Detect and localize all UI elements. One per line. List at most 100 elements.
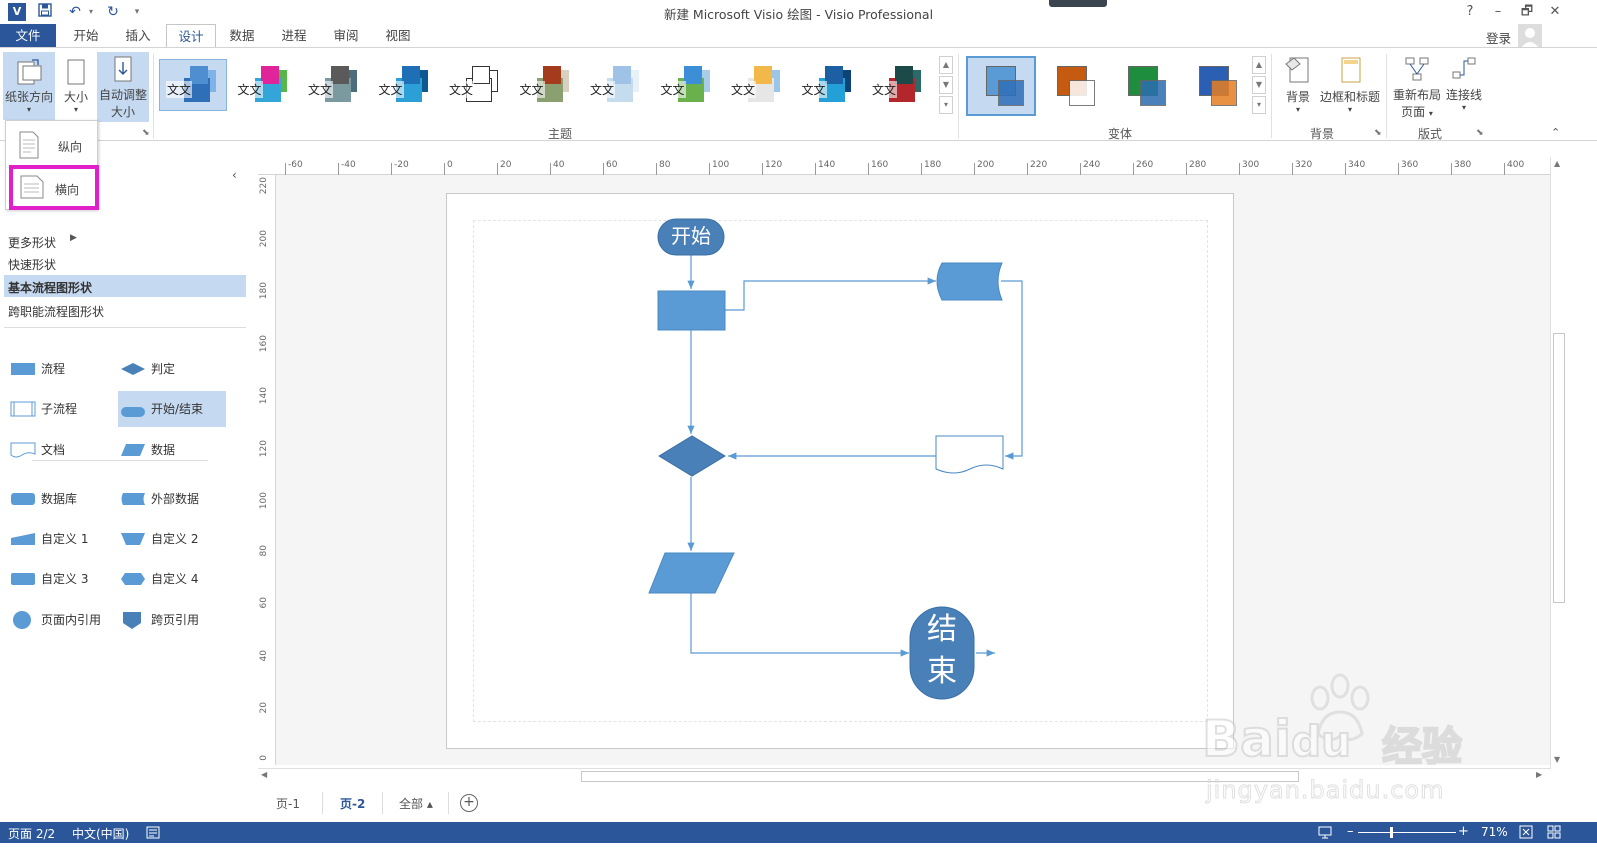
theme-option-11[interactable]: 文文 (865, 60, 931, 110)
themes-more-icon[interactable]: ▾ (939, 96, 953, 114)
shape-item[interactable]: 自定义 2 (118, 524, 226, 554)
variants-group-label: 变体 (1107, 127, 1132, 141)
ruler-label: 140 (818, 160, 836, 170)
tab-home[interactable]: 开始 (62, 24, 110, 48)
window-title: 新建 Microsoft Visio 绘图 - Visio Profession… (663, 7, 934, 22)
collapse-panel-icon[interactable]: ‹ (232, 168, 237, 182)
ruler-label: 280 (1189, 160, 1207, 170)
login-link[interactable]: 登录 (1486, 28, 1511, 47)
scroll-up-icon[interactable]: ▲ (1554, 159, 1560, 168)
theme-option-2[interactable]: 文文 (231, 60, 297, 110)
layout-launcher-icon[interactable]: ⬊ (1476, 128, 1484, 138)
shape-item[interactable]: 页面内引用 (8, 605, 112, 635)
language-indicator[interactable]: 中文(中国) (72, 825, 129, 842)
zoom-level[interactable]: 71% (1481, 825, 1508, 839)
auto-size-button[interactable]: 自动调整 大小 (97, 52, 149, 122)
ruler-label: 120 (259, 439, 269, 457)
page-setup-launcher-icon[interactable]: ⬊ (142, 128, 150, 138)
page-indicator[interactable]: 页面 2/2 (8, 825, 55, 842)
minimize-button[interactable]: – (1484, 2, 1512, 22)
background-button[interactable]: 背景 ▾ (1278, 52, 1318, 118)
ruler-label: 80 (259, 544, 269, 556)
connectors-button[interactable]: 连接线 ▾ (1444, 52, 1484, 120)
terminator-shape-icon (120, 400, 146, 436)
shape-item[interactable]: 自定义 1 (8, 524, 112, 554)
user-avatar[interactable] (1518, 24, 1542, 48)
shape-item[interactable]: 自定义 3 (8, 564, 112, 594)
basic-flowchart-stencil[interactable]: 基本流程图形状 (8, 279, 92, 296)
macro-record-icon[interactable] (146, 826, 160, 842)
page-size-button[interactable]: 大小 ▾ (58, 52, 94, 120)
tab-review[interactable]: 审阅 (322, 24, 370, 48)
shape-item[interactable]: 判定 (118, 354, 226, 384)
auto-size-label-1: 自动调整 (98, 88, 147, 102)
theme-option-5[interactable]: 文文 (442, 60, 508, 110)
theme-sample-text: 文文 (518, 81, 545, 98)
zoom-in-button[interactable]: + (1458, 824, 1469, 839)
ruler-label: 120 (765, 160, 783, 170)
page-tab-1[interactable]: 页-1 (276, 795, 300, 812)
shape-item[interactable]: 外部数据 (118, 484, 226, 514)
ruler-label: 260 (1136, 160, 1154, 170)
theme-option-1[interactable]: 文文 (159, 59, 227, 111)
page-tab-2[interactable]: 页-2 (340, 795, 365, 812)
presentation-mode-icon[interactable] (1318, 825, 1332, 842)
theme-option-4[interactable]: 文文 (372, 60, 438, 110)
vertical-scrollbar[interactable]: ▲ ▼ (1550, 157, 1567, 769)
variant-option-2[interactable] (1039, 58, 1105, 114)
tab-data[interactable]: 数据 (218, 24, 266, 48)
shape-item[interactable]: 子流程 (8, 394, 112, 424)
tab-file[interactable]: 文件 (0, 24, 56, 48)
shape-item-label: 数据库 (41, 492, 78, 506)
variant-option-3[interactable] (1110, 58, 1176, 114)
tab-design[interactable]: 设计 (166, 24, 216, 49)
close-button[interactable]: ✕ (1541, 2, 1569, 22)
theme-option-8[interactable]: 文文 (654, 60, 720, 110)
shape-item[interactable]: 流程 (8, 354, 112, 384)
scroll-right-icon[interactable]: ▶ (1536, 770, 1542, 779)
tab-insert[interactable]: 插入 (114, 24, 162, 48)
cross-functional-stencil[interactable]: 跨职能流程图形状 (8, 303, 104, 320)
shape-item[interactable]: 跨页引用 (118, 605, 226, 635)
fit-page-icon[interactable] (1519, 825, 1533, 842)
add-page-icon[interactable]: + (460, 794, 478, 812)
paper-orientation-button[interactable]: 纸张方向 ▾ (3, 52, 55, 120)
help-button[interactable]: ? (1456, 2, 1484, 22)
collapse-ribbon-icon[interactable]: ⌃ (1551, 126, 1560, 139)
theme-option-10[interactable]: 文文 (795, 60, 861, 110)
more-shapes-item[interactable]: 更多形状 (8, 234, 56, 251)
shape-item[interactable]: 自定义 4 (118, 564, 226, 594)
variants-scroll-up-icon[interactable]: ▲ (1252, 56, 1266, 74)
theme-option-7[interactable]: 文文 (583, 60, 649, 110)
landscape-option[interactable]: 横向 (15, 171, 93, 205)
page-size-label: 大小 (63, 90, 88, 104)
themes-scroll-up-icon[interactable]: ▲ (939, 56, 953, 74)
theme-option-3[interactable]: 文文 (301, 60, 367, 110)
variant-option-1[interactable] (966, 56, 1036, 116)
theme-option-9[interactable]: 文文 (724, 60, 790, 110)
zoom-slider-track[interactable] (1358, 832, 1456, 833)
variants-scroll-down-icon[interactable]: ▼ (1252, 76, 1266, 94)
variants-more-icon[interactable]: ▾ (1252, 96, 1266, 114)
relayout-page-button[interactable]: 重新布局 页面 ▾ (1390, 52, 1444, 120)
themes-scroll-down-icon[interactable]: ▼ (939, 76, 953, 94)
scroll-left-icon[interactable]: ◀ (261, 770, 267, 779)
quick-shapes-item[interactable]: 快速形状 (8, 256, 56, 273)
variant-option-4[interactable] (1181, 58, 1247, 114)
all-pages-tab[interactable]: 全部 ▴ (399, 795, 433, 812)
vertical-scroll-thumb[interactable] (1553, 333, 1565, 603)
tab-view[interactable]: 视图 (374, 24, 422, 48)
shape-item[interactable]: 数据库 (8, 484, 112, 514)
restore-button[interactable]: 🗗 (1513, 2, 1541, 22)
theme-option-6[interactable]: 文文 (513, 60, 579, 110)
borders-titles-button[interactable]: 边框和标题 ▾ (1318, 52, 1382, 118)
tab-process[interactable]: 进程 (270, 24, 318, 48)
backgrounds-launcher-icon[interactable]: ⬊ (1374, 128, 1382, 138)
scroll-down-icon[interactable]: ▼ (1554, 755, 1560, 764)
shape-item[interactable]: 开始/结束 (118, 391, 226, 427)
zoom-out-button[interactable]: – (1347, 824, 1354, 839)
portrait-option[interactable]: 纵向 (10, 127, 94, 163)
switch-windows-icon[interactable] (1547, 825, 1561, 842)
horizontal-scroll-thumb[interactable] (581, 771, 1299, 782)
zoom-slider-thumb[interactable] (1390, 827, 1393, 838)
